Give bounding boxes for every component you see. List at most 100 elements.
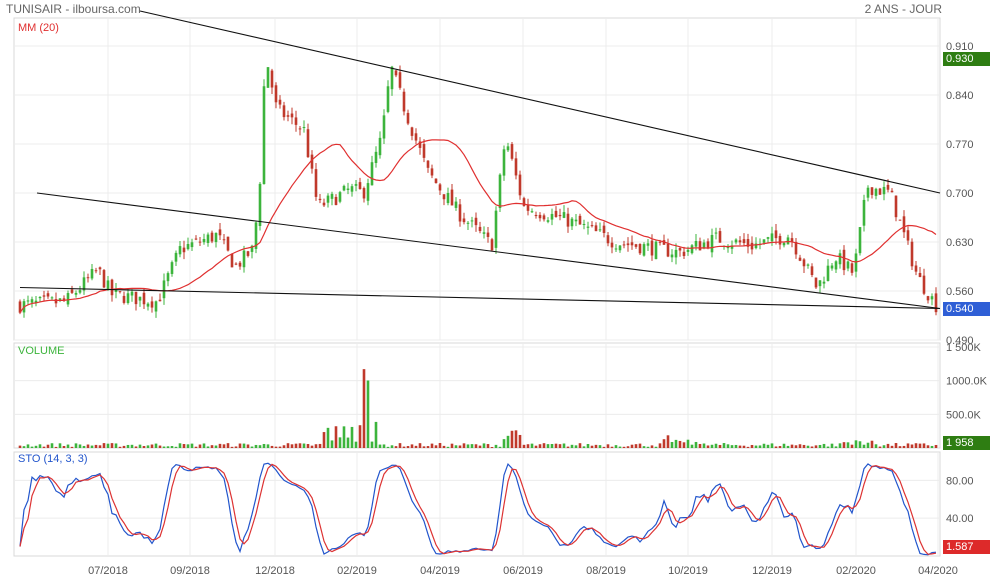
candle-body (498, 174, 502, 209)
volume-bar (874, 444, 878, 448)
volume-bar (650, 445, 654, 448)
candle-body (622, 244, 626, 246)
volume-bar (346, 437, 350, 448)
candle-body (98, 267, 102, 270)
candle-body (430, 168, 434, 176)
volume-bar (482, 443, 486, 448)
candle-body (42, 295, 46, 297)
volume-bar (510, 430, 514, 448)
volume-bar (846, 442, 850, 448)
volume-bar (498, 446, 502, 448)
volume-bar (578, 443, 582, 448)
volume-bar (418, 443, 422, 448)
volume-bar (330, 440, 334, 448)
stochastic-tick-label: 80.00 (946, 475, 974, 487)
candle-body (582, 223, 586, 225)
volume-bar (66, 444, 70, 448)
volume-bar (90, 445, 94, 448)
volume-bar (810, 446, 814, 448)
volume-bar (258, 445, 262, 448)
volume-bar (538, 444, 542, 448)
candle-body (574, 219, 578, 222)
volume-bar (130, 444, 134, 448)
candle-body (530, 211, 534, 213)
candle-body (562, 212, 566, 218)
volume-bar (54, 446, 58, 448)
candle-body (386, 86, 390, 112)
volume-bar (658, 443, 662, 448)
candle-body (118, 291, 122, 293)
x-tick-label: 12/2018 (255, 565, 295, 577)
candle-body (514, 158, 518, 176)
candle-body (706, 241, 710, 249)
volume-bar (210, 445, 214, 448)
volume-bar (430, 443, 434, 448)
candle-body (502, 149, 506, 176)
volume-bar (742, 445, 746, 448)
candle-body (470, 220, 474, 222)
x-tick-label: 02/2019 (337, 565, 377, 577)
volume-bar (342, 426, 346, 448)
volume-bar (350, 426, 354, 448)
volume-bar (850, 444, 854, 448)
candle-body (170, 262, 174, 274)
candle-body (830, 265, 834, 269)
volume-bar (558, 444, 562, 448)
candle-body (94, 270, 98, 272)
volume-bar (154, 443, 158, 448)
x-tick-label: 10/2019 (668, 565, 708, 577)
candle-body (342, 185, 346, 191)
candle-body (654, 241, 658, 260)
volume-bar (398, 443, 402, 448)
candle-body (702, 242, 706, 248)
volume-bar (690, 444, 694, 448)
volume-tick-label: 1 500K (946, 342, 982, 354)
candle-body (462, 218, 466, 223)
volume-bar (758, 445, 762, 448)
candle-body (190, 242, 194, 248)
candle-body (458, 204, 462, 222)
candle-body (226, 236, 230, 251)
candle-body (930, 296, 934, 300)
price-tick-label: 0.560 (946, 286, 974, 298)
volume-bar (182, 444, 186, 448)
candle-body (426, 160, 430, 168)
volume-bar (778, 446, 782, 448)
candle-body (566, 213, 570, 227)
candle-body (650, 240, 654, 256)
volume-bar (166, 446, 170, 448)
volume-bar (774, 446, 778, 448)
volume-bar (474, 444, 478, 448)
volume-bar (386, 446, 390, 448)
candle-body (682, 251, 686, 257)
volume-bar (218, 443, 222, 448)
candle-body (882, 186, 886, 195)
x-tick-label: 09/2018 (170, 565, 210, 577)
volume-bar (586, 444, 590, 448)
volume-bar (62, 446, 66, 448)
candle-body (486, 232, 490, 237)
candle-body (282, 105, 286, 118)
volume-bar (570, 444, 574, 448)
candle-body (922, 275, 926, 294)
candle-body (262, 86, 266, 185)
volume-bar (414, 445, 418, 448)
volume-bar (698, 443, 702, 448)
volume-bar (270, 445, 274, 448)
candle-body (894, 195, 898, 218)
candle-body (318, 198, 322, 201)
volume-bar (466, 444, 470, 448)
candle-body (202, 238, 206, 243)
candle-body (906, 230, 910, 241)
volume-bar (126, 444, 130, 448)
volume-bar (894, 443, 898, 448)
volume-bar (302, 443, 306, 448)
candle-body (146, 303, 150, 307)
candle-body (738, 240, 742, 243)
volume-bar (710, 444, 714, 448)
volume-bar (282, 445, 286, 448)
candle-body (862, 199, 866, 226)
candle-body (422, 144, 426, 158)
volume-bar (766, 444, 770, 448)
volume-bar (798, 444, 802, 448)
